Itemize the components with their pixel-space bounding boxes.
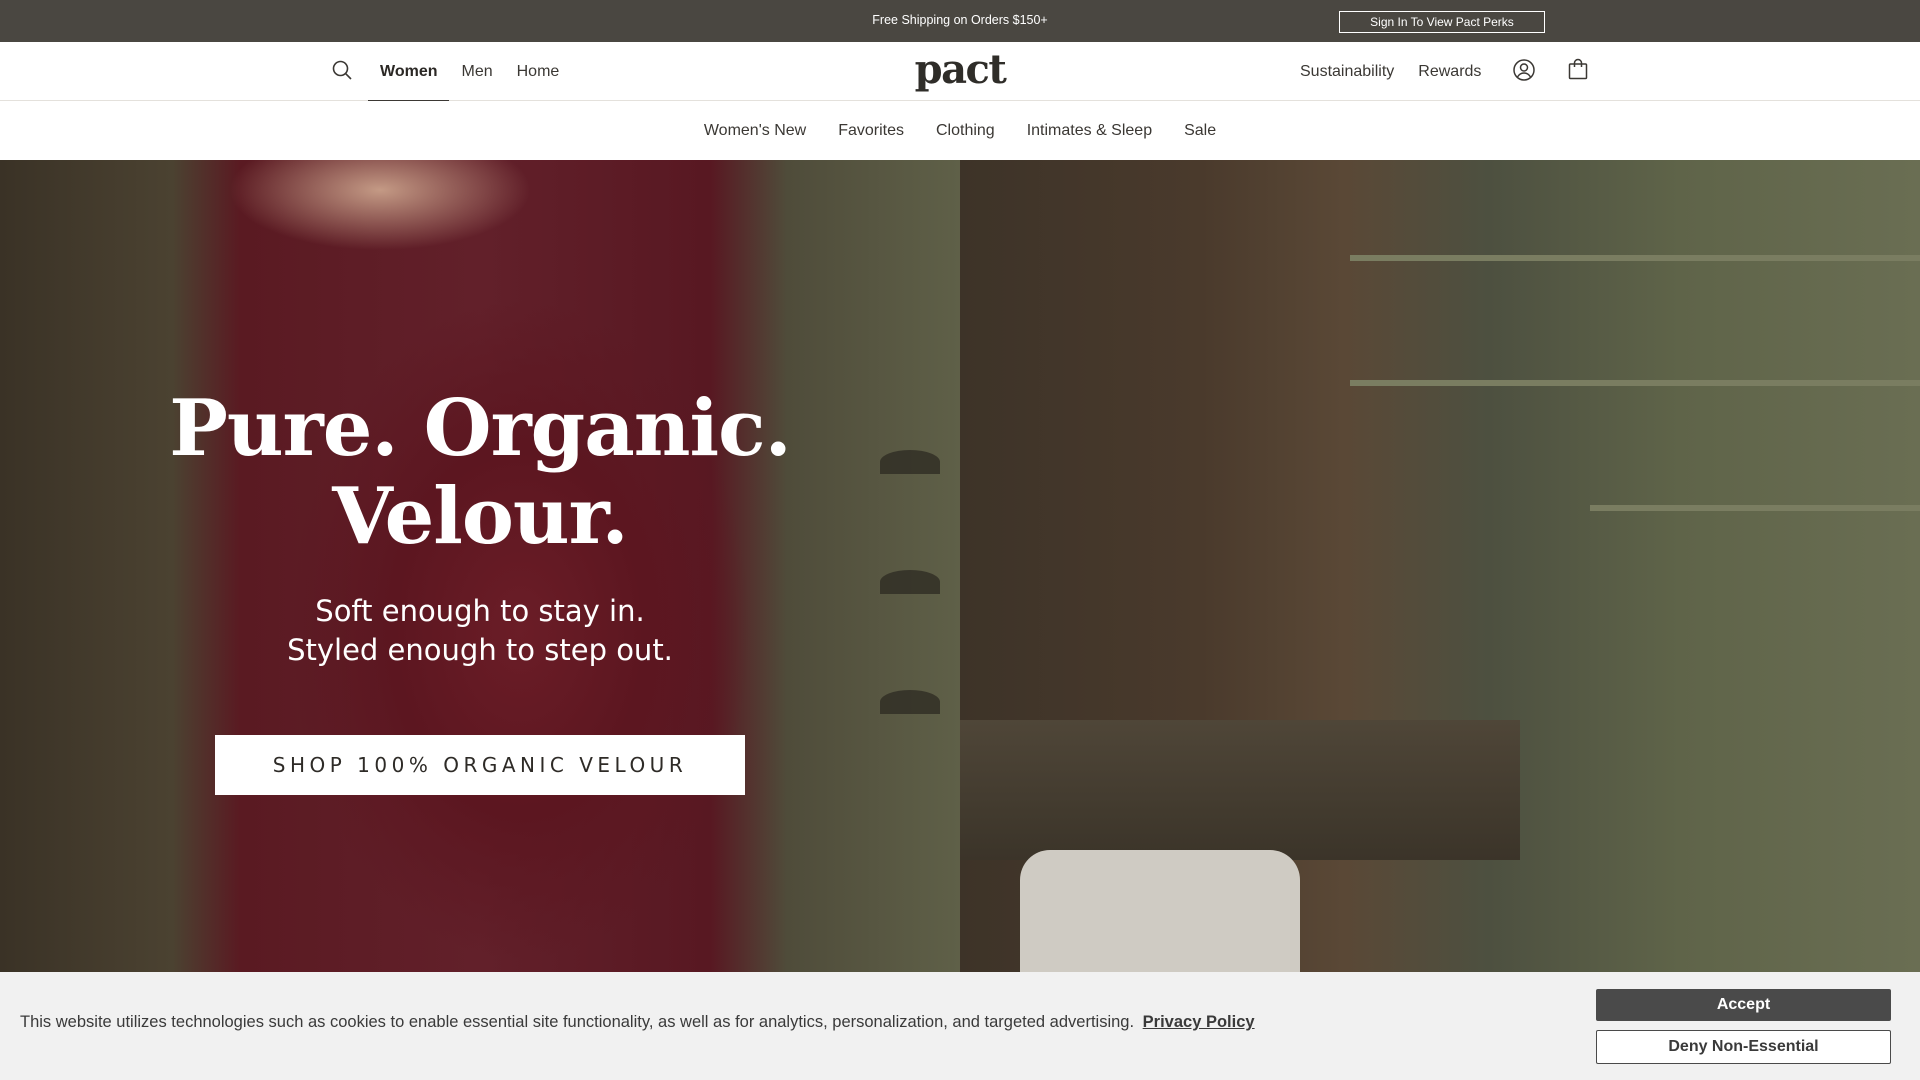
announcement-bar: Free Shipping on Orders $150+ Sign In To… <box>0 0 1920 42</box>
hero-title-line-2: Velour. <box>332 471 628 562</box>
deny-non-essential-button[interactable]: Deny Non-Essential <box>1596 1030 1891 1064</box>
shop-velour-button[interactable]: SHOP 100% ORGANIC VELOUR <box>215 735 745 795</box>
hero-subtitle: Soft enough to stay in. Styled enough to… <box>0 592 960 670</box>
nav-rewards[interactable]: Rewards <box>1418 63 1481 81</box>
shopping-bag-icon[interactable] <box>1566 57 1590 81</box>
nav-women[interactable]: Women <box>368 42 450 102</box>
sign-in-perks-button[interactable]: Sign In To View Pact Perks <box>1339 11 1545 33</box>
nav-sustainability[interactable]: Sustainability <box>1300 63 1394 81</box>
hero-content: Pure. Organic. Velour. Soft enough to st… <box>0 160 960 972</box>
hero-image-right <box>960 160 1920 972</box>
subnav-favorites[interactable]: Favorites <box>838 122 904 140</box>
subnav-intimates-sleep[interactable]: Intimates & Sleep <box>1027 122 1152 140</box>
hero-subtitle-line-2: Styled enough to step out. <box>287 633 673 667</box>
hero-title: Pure. Organic. Velour. <box>0 385 960 561</box>
cookie-banner: This website utilizes technologies such … <box>0 972 1920 1080</box>
pact-logo[interactable]: pact <box>910 46 1010 94</box>
cookie-text: This website utilizes technologies such … <box>20 1013 1135 1031</box>
announcement-text: Free Shipping on Orders $150+ <box>872 13 1048 27</box>
hero-subtitle-line-1: Soft enough to stay in. <box>315 594 645 628</box>
search-icon[interactable] <box>330 58 354 82</box>
subnav-sale[interactable]: Sale <box>1184 122 1216 140</box>
main-header: Women Men Home pact Sustainability Rewar… <box>0 42 1920 102</box>
subnav-womens-new[interactable]: Women's New <box>704 122 806 140</box>
primary-nav: Women Men Home <box>368 42 572 102</box>
women-subnav: Women's New Favorites Clothing Intimates… <box>0 101 1920 160</box>
account-icon[interactable] <box>1512 58 1536 82</box>
subnav-clothing[interactable]: Clothing <box>936 122 995 140</box>
secondary-nav: Sustainability Rewards <box>1300 42 1505 101</box>
cookie-message: This website utilizes technologies such … <box>20 1013 1255 1032</box>
nav-home[interactable]: Home <box>505 42 572 101</box>
hero-title-line-1: Pure. Organic. <box>169 383 792 474</box>
nav-men[interactable]: Men <box>449 42 504 101</box>
accept-cookies-button[interactable]: Accept <box>1596 989 1891 1021</box>
hero-banner[interactable]: Pure. Organic. Velour. Soft enough to st… <box>0 160 1920 972</box>
privacy-policy-link[interactable]: Privacy Policy <box>1143 1013 1255 1031</box>
